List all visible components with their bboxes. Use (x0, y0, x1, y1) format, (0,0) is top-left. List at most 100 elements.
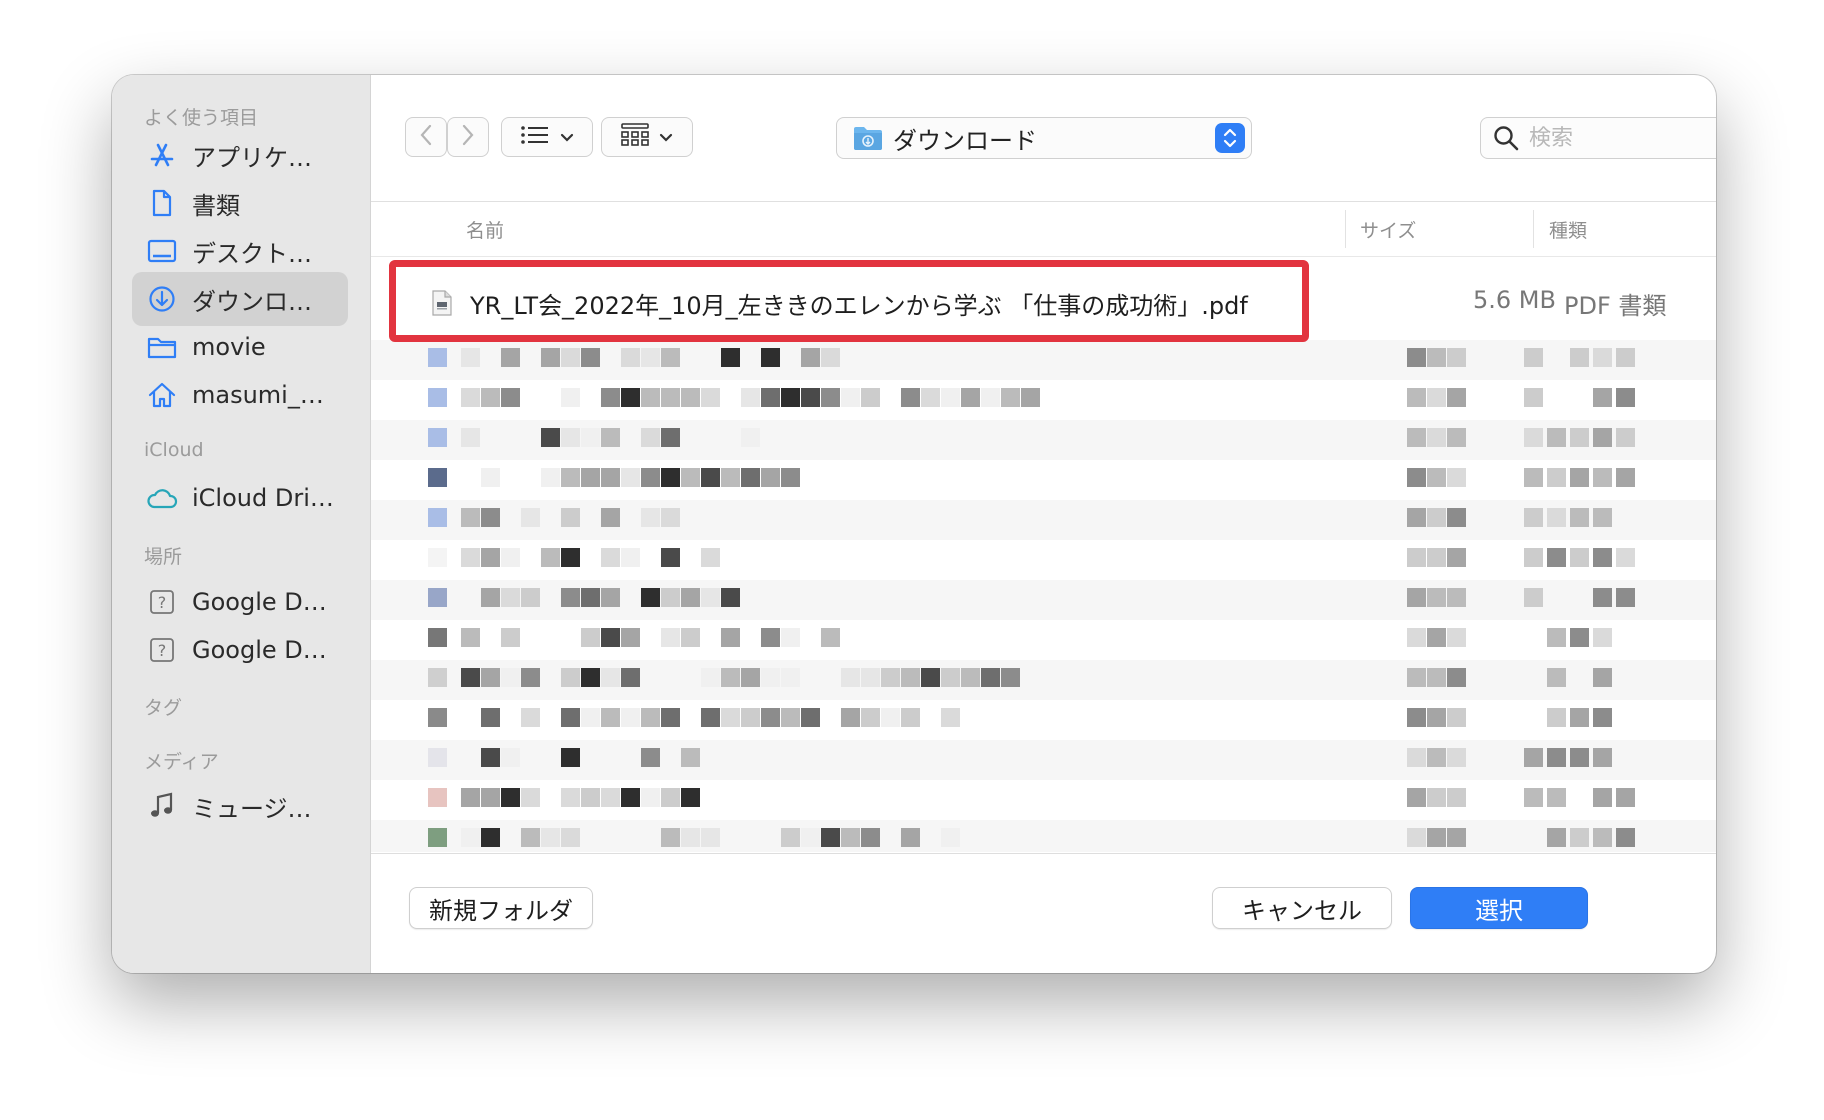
redacted-file-icon (428, 588, 447, 607)
redacted-pixel (1593, 348, 1612, 367)
sidebar-item-desktop[interactable]: デスクト… (132, 224, 348, 278)
redacted-pixel (741, 708, 760, 727)
redacted-pixel (501, 748, 520, 767)
redacted-pixel (941, 668, 960, 687)
redacted-pixel (821, 388, 840, 407)
redacted-pixel (561, 668, 580, 687)
redacted-pixel (601, 588, 620, 607)
download-icon (146, 283, 178, 315)
redacted-pixel (1593, 788, 1612, 807)
redacted-pixel (1407, 708, 1426, 727)
redacted-pixel (661, 628, 680, 647)
sidebar-item-icloud-drive[interactable]: iCloud Dri… (132, 471, 348, 525)
sidebar-item-label: Google D… (192, 588, 327, 616)
redacted-pixel (1593, 588, 1612, 607)
list-view-menu-button[interactable] (501, 117, 593, 157)
redacted-pixel (601, 788, 620, 807)
column-header-name[interactable]: 名前 (466, 216, 504, 243)
redacted-row (371, 540, 1716, 580)
redacted-row (371, 660, 1716, 700)
redacted-pixel (761, 668, 780, 687)
redacted-pixel (801, 828, 820, 847)
redacted-pixel (481, 508, 500, 527)
file-list[interactable]: 名前 サイズ 種類 YR_LT会_2022年_10月_左ききのエレンから学ぶ 「… (371, 202, 1716, 852)
redacted-pixel (1547, 788, 1566, 807)
sidebar-item-downloads[interactable]: ダウンロ… (132, 272, 348, 326)
redacted-pixel (481, 788, 500, 807)
sidebar-item-movie[interactable]: movie (132, 320, 348, 374)
redacted-pixel (541, 828, 560, 847)
redacted-pixel (721, 708, 740, 727)
redacted-row (371, 500, 1716, 540)
redacted-pixel (741, 428, 760, 447)
cloud-icon (146, 482, 178, 514)
redacted-pixel (921, 388, 940, 407)
search-field[interactable] (1480, 117, 1716, 159)
group-menu-button[interactable] (601, 117, 693, 157)
redacted-pixel (461, 548, 480, 567)
back-button[interactable] (405, 117, 447, 157)
redacted-pixel (961, 388, 980, 407)
redacted-pixel (521, 708, 540, 727)
redacted-pixel (581, 348, 600, 367)
redacted-pixel (721, 628, 740, 647)
music-note-icon (146, 790, 178, 822)
redacted-pixel (581, 788, 600, 807)
sidebar-item-home[interactable]: masumi_… (132, 368, 348, 422)
dialog-footer: 新規フォルダ キャンセル 選択 (371, 853, 1716, 973)
column-header-size[interactable]: サイズ (1360, 216, 1416, 243)
search-input[interactable] (1527, 124, 1716, 152)
redacted-pixel (801, 708, 820, 727)
sidebar-item-label: masumi_… (192, 381, 324, 409)
redacted-pixel (481, 748, 500, 767)
redacted-pixel (781, 468, 800, 487)
redacted-pixel (761, 348, 780, 367)
sidebar-item-applications[interactable]: アプリケ… (132, 128, 348, 182)
redacted-file-icon (428, 708, 447, 727)
redacted-pixel (1407, 348, 1426, 367)
redacted-pixel (1593, 748, 1612, 767)
redacted-pixel (1447, 468, 1466, 487)
new-folder-button[interactable]: 新規フォルダ (409, 887, 593, 929)
redacted-pixel (661, 468, 680, 487)
redacted-pixel (641, 588, 660, 607)
sidebar-item-google-drive-1[interactable]: ? Google D… (132, 575, 348, 629)
redacted-pixel (641, 508, 660, 527)
cancel-button[interactable]: キャンセル (1212, 887, 1392, 929)
redacted-pixel (1616, 348, 1635, 367)
redacted-pixel (741, 668, 760, 687)
redacted-pixel (561, 788, 580, 807)
forward-button[interactable] (447, 117, 489, 157)
redacted-pixel (1407, 788, 1426, 807)
redacted-pixel (561, 548, 580, 567)
redacted-pixel (1407, 748, 1426, 767)
redacted-pixel (661, 588, 680, 607)
sidebar-item-label: 書類 (192, 191, 240, 220)
redacted-pixel (461, 668, 480, 687)
redacted-pixel (581, 428, 600, 447)
sidebar-item-label: ミュージ… (192, 794, 312, 823)
redacted-pixel (1547, 708, 1566, 727)
redacted-pixel (461, 428, 480, 447)
redacted-pixel (1547, 428, 1566, 447)
sidebar-item-google-drive-2[interactable]: ? Google D… (132, 623, 348, 677)
location-popup[interactable]: ダウンロード (836, 117, 1252, 159)
redacted-pixel (781, 628, 800, 647)
redacted-pixel (1427, 468, 1446, 487)
redacted-pixel (741, 468, 760, 487)
redacted-pixel (1407, 828, 1426, 847)
redacted-pixel (541, 468, 560, 487)
redacted-pixel (641, 788, 660, 807)
redacted-pixel (681, 388, 700, 407)
chevron-right-icon (461, 124, 475, 150)
redacted-pixel (601, 708, 620, 727)
redacted-pixel (521, 668, 540, 687)
redacted-pixel (1447, 348, 1466, 367)
sidebar-item-music[interactable]: ミュージ… (132, 779, 348, 833)
sidebar-item-documents[interactable]: 書類 (132, 176, 348, 230)
redacted-pixel (1524, 548, 1543, 567)
redacted-pixel (1524, 348, 1543, 367)
select-button[interactable]: 選択 (1410, 887, 1588, 929)
svg-text:?: ? (158, 641, 167, 660)
column-header-kind[interactable]: 種類 (1549, 216, 1587, 243)
